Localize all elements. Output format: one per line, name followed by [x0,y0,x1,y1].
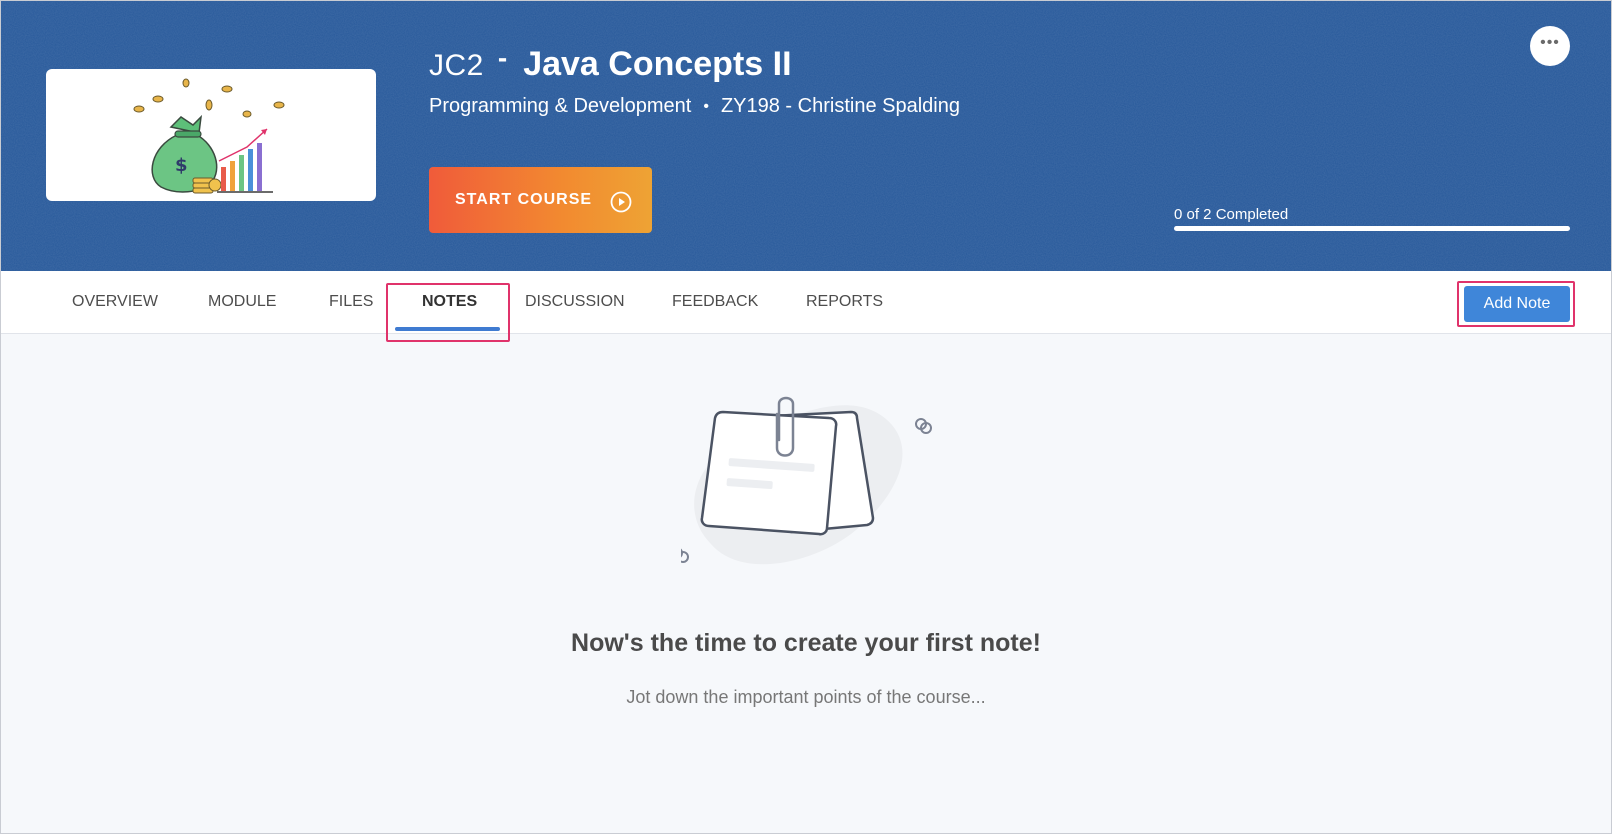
tab-feedback[interactable]: FEEDBACK [672,293,758,311]
progress-bar [1174,226,1570,231]
course-banner: $ JC2 - Java Concepts II Programming & D… [1,1,1611,271]
course-thumbnail: $ [46,69,376,201]
start-course-button[interactable]: START COURSE [429,167,652,233]
tab-notes[interactable]: NOTES [422,293,477,311]
progress-label: 0 of 2 Completed [1174,206,1289,223]
title-separator: - [497,42,508,73]
empty-state-title: Now's the time to create your first note… [571,629,1041,657]
tab-overview[interactable]: OVERVIEW [72,293,158,311]
course-title: Java Concepts II [523,45,792,83]
course-page: $ JC2 - Java Concepts II Programming & D… [0,0,1612,834]
course-code: JC2 [429,49,484,82]
tab-module[interactable]: MODULE [208,293,276,311]
active-tab-indicator [395,327,500,331]
money-bag-growth-icon: $ [133,78,285,194]
empty-state-subtitle: Jot down the important points of the cou… [626,687,986,707]
course-subtitle: Programming & Development • ZY198 - Chri… [429,95,960,118]
add-note-button[interactable]: Add Note [1464,286,1570,322]
course-progress: 0 of 2 Completed [1174,206,1570,231]
play-circle-icon [610,191,632,213]
tab-reports[interactable]: REPORTS [806,293,883,311]
course-category: Programming & Development [429,95,692,117]
course-tabs: OVERVIEW MODULE FILES NOTES DISCUSSION F… [1,271,1611,342]
more-options-button[interactable]: ••• [1530,26,1570,66]
notes-clip-icon [681,396,932,565]
start-course-label: START COURSE [455,191,593,208]
tab-discussion[interactable]: DISCUSSION [525,293,625,311]
meta-separator: • [703,97,709,115]
more-horizontal-icon: ••• [1540,34,1560,51]
course-instructor: ZY198 - Christine Spalding [720,95,960,117]
tab-files[interactable]: FILES [329,293,373,311]
course-title-row: JC2 - Java Concepts II [429,42,792,91]
svg-text:$: $ [175,155,188,176]
notes-tab-highlight [386,283,510,342]
